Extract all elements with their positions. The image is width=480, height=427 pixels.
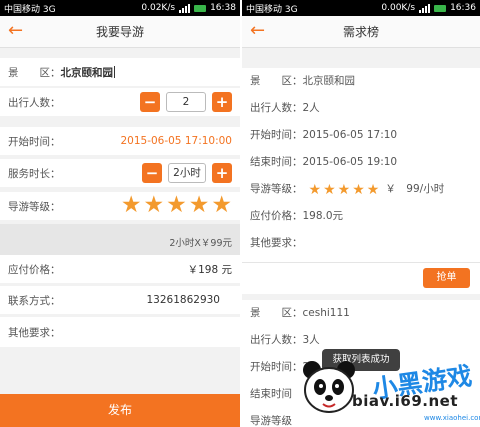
app-header: ← 需求榜 [242, 16, 480, 48]
card-start-time: 开始时间：2015-06-05 17:10 [250, 129, 398, 141]
people-label: 出行人数： [8, 96, 61, 109]
people-count-field[interactable]: 2 [166, 92, 206, 112]
card-level-row: 导游等级： ★ ★ ★ ★ ★ ￥ 99/小时 [242, 176, 480, 203]
card-level-label: 导游等级： [250, 183, 303, 195]
start-time-value[interactable]: 2015-06-05 17:10:00 [120, 135, 232, 147]
card-level-row: 导游等级 [250, 415, 292, 427]
level-label: 导游等级： [8, 200, 61, 213]
card-end-time: 结束时间：2015-06-05 19:10 [250, 156, 398, 168]
card-separator [242, 262, 480, 263]
other-row[interactable]: 其他要求： [0, 317, 240, 347]
publish-button[interactable]: 发布 [0, 394, 240, 427]
spot-input[interactable]: 北京颐和园 [61, 65, 114, 80]
page-title: 我要导游 [95, 25, 144, 39]
carrier-label: 中国移动 3G [246, 4, 298, 15]
grab-order-button[interactable]: 抢单 [423, 268, 470, 288]
card-people: 出行人数：2人 [250, 102, 320, 114]
card-spot: 景 区：ceshi111 [250, 307, 350, 319]
clock: 16:36 [450, 3, 476, 13]
duration-minus-button[interactable]: − [142, 163, 162, 183]
card-other: 其他要求： [250, 237, 303, 249]
star-icon: ★ [352, 181, 365, 198]
spot-label: 景 区： [8, 66, 61, 79]
star-icon: ★ [323, 181, 336, 198]
star-icon[interactable]: ★ [211, 194, 232, 217]
clock: 16:38 [210, 3, 236, 13]
price-row: 应付价格： ￥198 元 [0, 255, 240, 283]
signal-icon [179, 3, 191, 13]
back-arrow-icon[interactable]: ← [8, 21, 23, 41]
duration-label: 服务时长： [8, 167, 61, 180]
card-rate: ￥ 99/小时 [385, 183, 445, 195]
star-icon: ★ [337, 181, 351, 198]
star-icon[interactable]: ★ [189, 194, 210, 217]
level-row: 导游等级： ★ ★ ★ ★ ★ [0, 192, 240, 220]
people-stepper: − 2 + [140, 92, 232, 112]
star-icon[interactable]: ★ [121, 194, 142, 217]
star-icon[interactable]: ★ [166, 194, 187, 217]
card-end-time: 结束时间 [250, 388, 292, 400]
price-calc-band: 2小时X￥99元 [0, 224, 240, 256]
people-minus-button[interactable]: − [140, 92, 160, 112]
star-icon: ★ [308, 181, 322, 198]
card-spot: 景 区：北京颐和园 [250, 75, 355, 87]
level-star-rating[interactable]: ★ ★ ★ ★ ★ [121, 194, 232, 217]
status-bar: 中国移动 3G 0.00K/s 16:36 [242, 0, 480, 16]
duration-row: 服务时长： − 2小时 + [0, 159, 240, 187]
battery-icon [434, 4, 447, 12]
status-bar: 中国移动 3G 0.02K/s 16:38 [0, 0, 240, 16]
demand-card[interactable]: 景 区：北京颐和园 出行人数：2人 开始时间：2015-06-05 17:10 … [242, 68, 480, 294]
signal-icon [419, 3, 431, 13]
network-speed: 0.00K/s [381, 3, 416, 13]
people-plus-button[interactable]: + [212, 92, 232, 112]
card-price: 应付价格：198.0元 [250, 210, 344, 222]
start-time-row[interactable]: 开始时间： 2015-06-05 17:10:00 [0, 127, 240, 155]
publish-guide-screen: 中国移动 3G 0.02K/s 16:38 ← 我要导游 景 区： 北京颐和园 … [0, 0, 240, 427]
duration-plus-button[interactable]: + [212, 163, 232, 183]
demand-list-screen: 中国移动 3G 0.00K/s 16:36 ← 需求榜 景 区：北京颐和园 出行… [242, 0, 480, 427]
price-calc-text: 2小时X￥99元 [169, 238, 232, 249]
start-time-label: 开始时间： [8, 135, 61, 148]
contact-row[interactable]: 联系方式： 13261862930 [0, 286, 240, 314]
duration-stepper: − 2小时 + [142, 163, 232, 183]
price-label: 应付价格： [8, 263, 61, 276]
back-arrow-icon[interactable]: ← [250, 21, 265, 41]
star-icon[interactable]: ★ [144, 194, 165, 217]
other-label: 其他要求： [8, 326, 61, 339]
text-cursor [114, 66, 115, 78]
contact-label: 联系方式： [8, 294, 61, 307]
star-icon: ★ [366, 181, 380, 198]
toast-message: 获取列表成功 [322, 349, 400, 371]
people-row: 出行人数： − 2 + [0, 88, 240, 116]
app-header: ← 我要导游 [0, 16, 240, 48]
battery-icon [194, 4, 207, 12]
price-value: ￥198 元 [187, 263, 232, 276]
duration-field[interactable]: 2小时 [168, 163, 206, 183]
page-title: 需求榜 [342, 25, 379, 39]
network-speed: 0.02K/s [141, 3, 176, 13]
carrier-label: 中国移动 3G [4, 4, 56, 15]
card-level-stars: ★ ★ ★ ★ ★ [309, 183, 380, 197]
spot-row[interactable]: 景 区： 北京颐和园 [0, 58, 240, 86]
contact-value[interactable]: 13261862930 [147, 294, 221, 306]
